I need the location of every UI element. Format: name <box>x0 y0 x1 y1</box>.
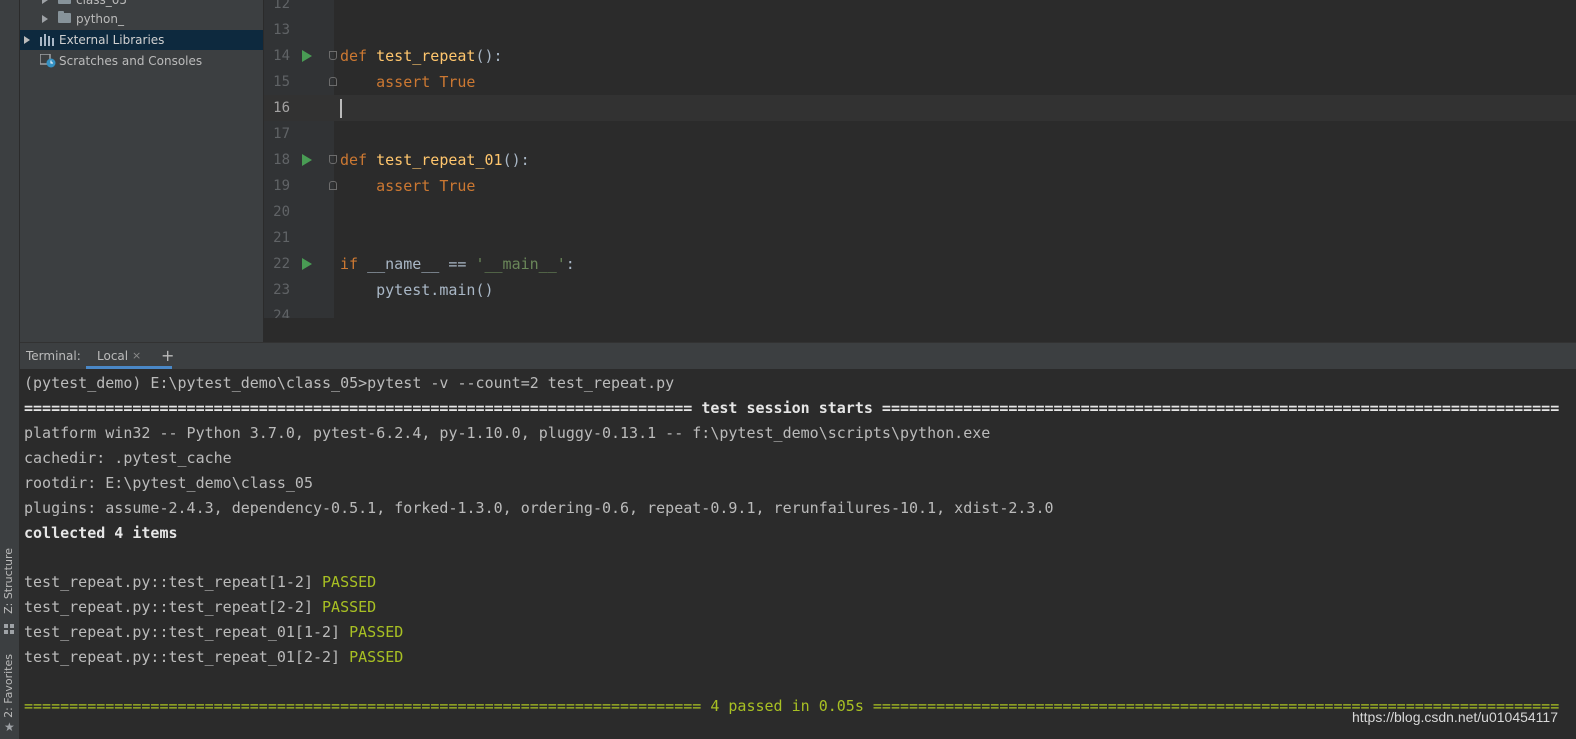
terminal-line-session-start: ========================================… <box>24 399 1560 417</box>
tab-label: Local <box>97 349 129 363</box>
code-text: pytest.main() <box>340 281 494 299</box>
status-passed: PASSED <box>322 573 377 591</box>
line-number: 24 <box>273 308 290 318</box>
line-number: 21 <box>273 230 290 246</box>
line-number: 18 <box>273 152 290 168</box>
test-result-line: test_repeat.py::test_repeat[1-2] PASSED <box>24 573 377 591</box>
tree-item-label: python_ <box>76 12 124 26</box>
code-line: 20 <box>264 199 1576 225</box>
tree-item-python[interactable]: python_ <box>20 9 263 29</box>
terminal-output[interactable]: (pytest_demo) E:\pytest_demo\class_05>py… <box>20 369 1576 739</box>
test-result-line: test_repeat.py::test_repeat_01[1-2] PASS… <box>24 623 404 641</box>
ide-window: Z: Structure 2: Favorites ★ class_05 pyt… <box>0 0 1576 739</box>
fold-end-icon[interactable] <box>329 77 337 86</box>
star-icon: ★ <box>4 720 15 734</box>
code-text: def test_repeat_01(): <box>340 151 530 169</box>
terminal-toolbar: Terminal: Local × + <box>20 343 1576 369</box>
code-line: 15 assert True <box>264 69 1576 95</box>
tree-item-label: External Libraries <box>59 33 165 47</box>
code-line: 21 <box>264 225 1576 251</box>
code-line: 23 pytest.main() <box>264 277 1576 303</box>
line-number: 14 <box>273 48 290 64</box>
terminal-line-plugins: plugins: assume-2.4.3, dependency-0.5.1,… <box>24 499 1054 517</box>
terminal-title: Terminal: <box>26 349 81 363</box>
code-line-current: 16 <box>264 95 1576 121</box>
tree-item-scratches[interactable]: Scratches and Consoles <box>20 51 263 71</box>
code-line: 13 <box>264 17 1576 43</box>
line-number: 20 <box>273 204 290 220</box>
code-editor[interactable]: 12 13 14 def test_repeat(): 15 assert Tr… <box>264 0 1576 318</box>
line-number: 12 <box>273 0 290 12</box>
new-tab-button[interactable]: + <box>161 343 174 369</box>
line-number: 13 <box>273 22 290 38</box>
code-line: 14 def test_repeat(): <box>264 43 1576 69</box>
tab-local[interactable]: Local × <box>86 343 172 369</box>
test-result-line: test_repeat.py::test_repeat_01[2-2] PASS… <box>24 648 404 666</box>
terminal-line-cachedir: cachedir: .pytest_cache <box>24 449 232 467</box>
terminal-line-collected: collected 4 items <box>24 524 178 542</box>
line-number: 23 <box>273 282 290 298</box>
folder-icon <box>58 0 71 4</box>
terminal-line-summary: ========================================… <box>24 697 1560 715</box>
terminal-line-rootdir: rootdir: E:\pytest_demo\class_05 <box>24 474 313 492</box>
code-text: assert True <box>376 73 476 91</box>
line-number: 15 <box>273 74 290 90</box>
code-line: 18 def test_repeat_01(): <box>264 147 1576 173</box>
code-line: 19 assert True <box>264 173 1576 199</box>
line-number: 16 <box>273 100 290 116</box>
run-icon[interactable] <box>302 258 312 270</box>
fold-end-icon[interactable] <box>329 181 337 190</box>
code-line: 22 if __name__ == '__main__': <box>264 251 1576 277</box>
structure-icon <box>4 624 14 634</box>
tree-item-label: Scratches and Consoles <box>59 54 203 68</box>
status-passed: PASSED <box>322 598 377 616</box>
editor-horizontal-scroll-area[interactable] <box>264 318 1576 342</box>
favorites-tab[interactable]: 2: Favorites ★ <box>0 650 19 739</box>
run-icon[interactable] <box>302 154 312 166</box>
structure-tab-label: Z: Structure <box>2 548 15 614</box>
scratches-icon <box>40 54 56 68</box>
code-line: 17 <box>264 121 1576 147</box>
watermark-text: https://blog.csdn.net/u010454117 <box>1351 709 1558 725</box>
test-result-line: test_repeat.py::test_repeat[2-2] PASSED <box>24 598 377 616</box>
code-line: 12 <box>264 0 1576 17</box>
code-text: def test_repeat(): <box>340 47 503 65</box>
library-icon <box>40 34 54 46</box>
line-number: 17 <box>273 126 290 142</box>
code-line: 24 <box>264 303 1576 318</box>
text-caret <box>340 99 342 118</box>
line-number: 19 <box>273 178 290 194</box>
run-icon[interactable] <box>302 50 312 62</box>
folder-icon <box>58 11 71 23</box>
expand-arrow-icon[interactable] <box>24 36 30 44</box>
code-text: assert True <box>376 177 476 195</box>
expand-arrow-icon[interactable] <box>42 0 48 4</box>
code-text: if __name__ == '__main__': <box>340 255 575 273</box>
line-number: 22 <box>273 256 290 272</box>
status-passed: PASSED <box>349 648 404 666</box>
project-tree: class_05 python_ External Libraries Scra… <box>20 0 263 342</box>
left-tool-strip: Z: Structure 2: Favorites ★ <box>0 0 20 739</box>
terminal-line-prompt: (pytest_demo) E:\pytest_demo\class_05>py… <box>24 374 675 392</box>
close-icon[interactable]: × <box>132 343 141 369</box>
fold-icon[interactable] <box>329 51 337 60</box>
status-passed: PASSED <box>349 623 404 641</box>
structure-tab[interactable]: Z: Structure <box>0 548 19 638</box>
tree-item-external-libraries[interactable]: External Libraries <box>20 30 263 50</box>
fold-icon[interactable] <box>329 155 337 164</box>
terminal-line-platform: platform win32 -- Python 3.7.0, pytest-6… <box>24 424 991 442</box>
favorites-tab-label: 2: Favorites <box>2 654 15 718</box>
expand-arrow-icon[interactable] <box>42 15 48 23</box>
